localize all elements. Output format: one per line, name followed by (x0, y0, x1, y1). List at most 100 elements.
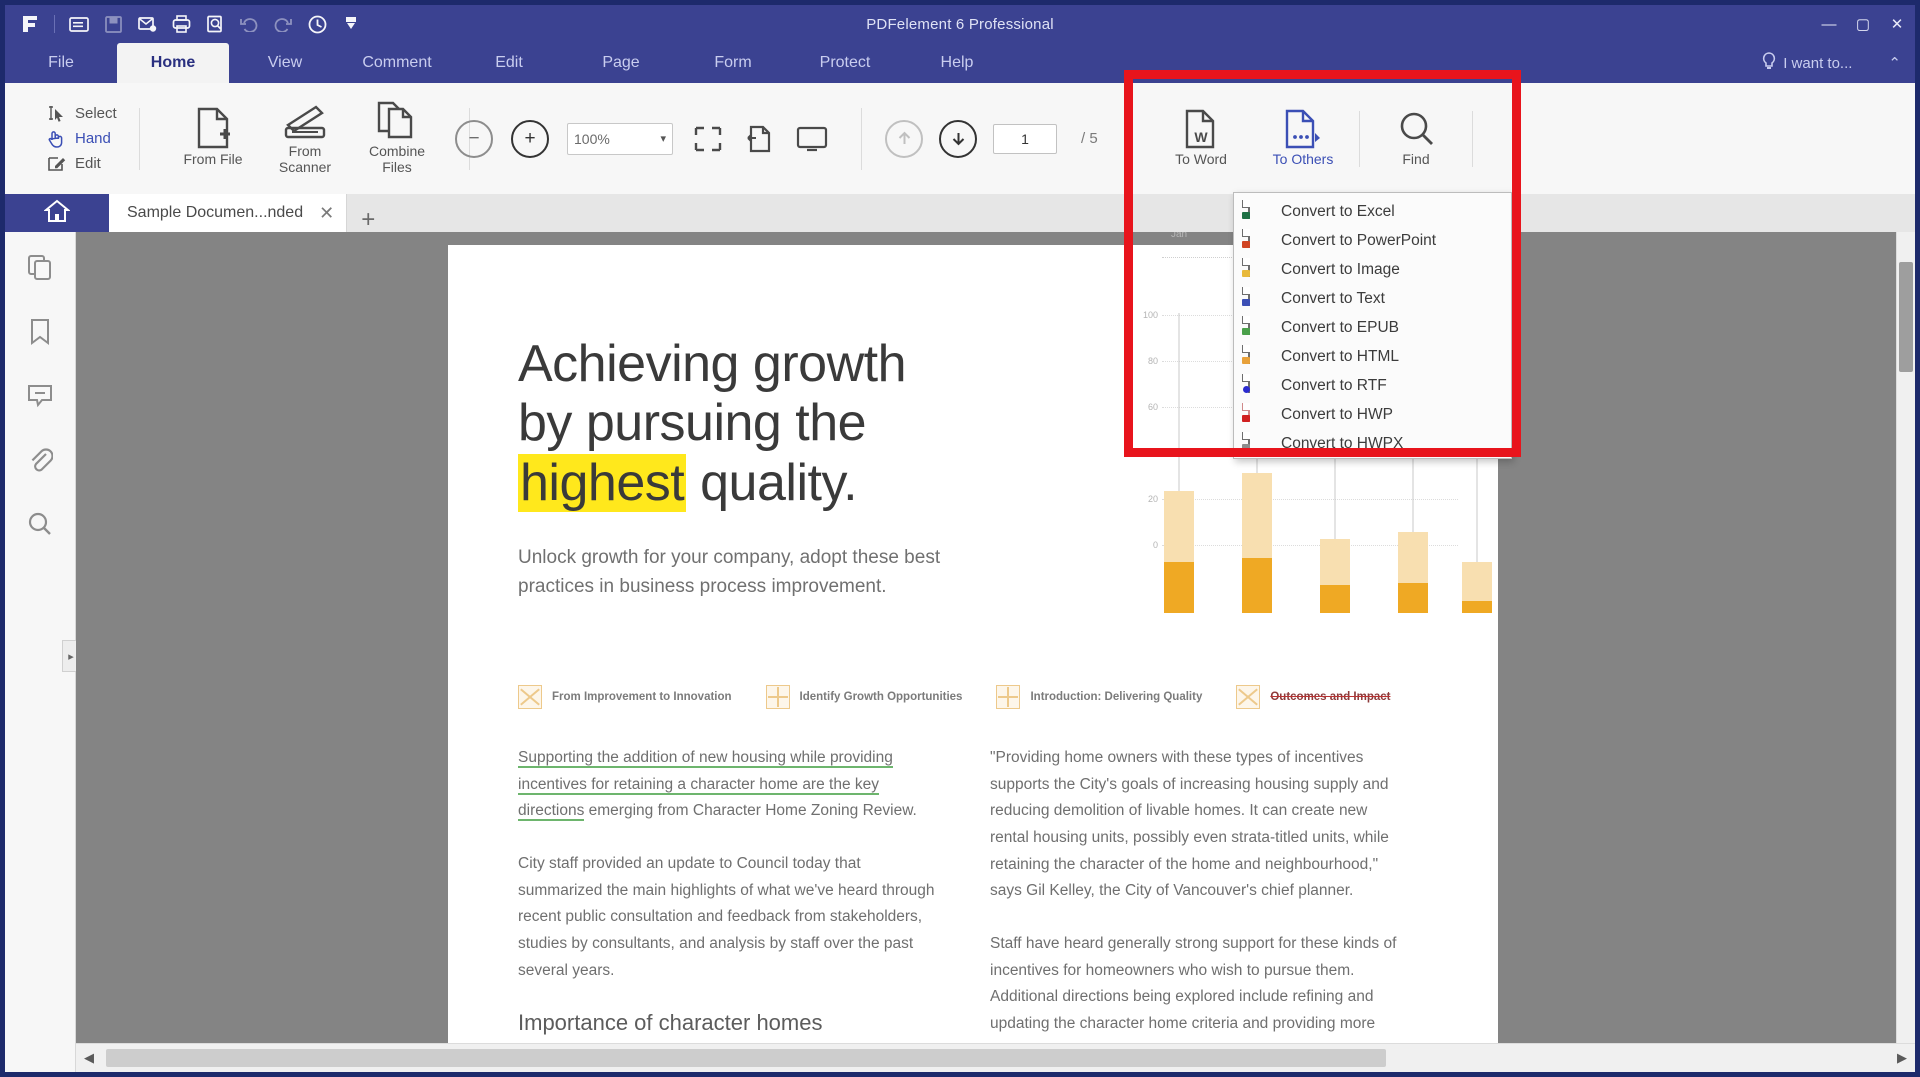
chart-xlabel-jan: Jan (1170, 232, 1188, 240)
page-number-input[interactable]: 1 (993, 123, 1057, 154)
menu-item-convert-to-powerpoint[interactable]: Convert to PowerPoint (1234, 226, 1511, 255)
zoom-level-select[interactable]: 100% ▾ (567, 122, 673, 155)
menu-item-form[interactable]: Form (677, 43, 789, 83)
tool-edit[interactable]: Edit (45, 154, 117, 174)
menu-item-convert-to-rtf[interactable]: Convert to RTF (1234, 371, 1511, 400)
vertical-scroll-thumb[interactable] (1899, 262, 1913, 372)
print-icon[interactable] (166, 10, 196, 38)
fit-page-icon[interactable] (691, 123, 725, 155)
history-icon[interactable] (302, 10, 332, 38)
comments-icon[interactable] (22, 378, 58, 414)
scanner-icon (282, 101, 328, 141)
menu-item-protect[interactable]: Protect (789, 43, 901, 83)
fit-width-icon[interactable] (743, 123, 777, 155)
menu-item-convert-to-hwpx[interactable]: Convert to HWPX (1234, 429, 1511, 458)
section-marker: From Improvement to Innovation (518, 685, 732, 709)
zoom-out-button[interactable]: − (455, 119, 493, 158)
open-file-icon[interactable] (64, 10, 94, 38)
document-body: Supporting the addition of new housing w… (518, 745, 1438, 1072)
to-others-icon (1282, 109, 1324, 149)
customize-qat-icon[interactable] (336, 10, 366, 38)
scroll-right-arrow[interactable]: ▶ (1889, 1045, 1915, 1071)
menu-item-convert-to-html[interactable]: Convert to HTML (1234, 342, 1511, 371)
thumbnails-icon[interactable] (22, 250, 58, 286)
convert-to-others-menu[interactable]: Convert to Excel Convert to PowerPoint C… (1233, 192, 1512, 459)
chart-ytick-60: 60 (1147, 402, 1158, 412)
document-viewport[interactable]: Achieving growth by pursuing the highest… (76, 232, 1915, 1072)
tool-select[interactable]: Select (45, 104, 117, 124)
document-tab[interactable]: Sample Documen...nded ✕ (109, 194, 348, 232)
section-marker: Introduction: Delivering Quality (996, 685, 1202, 709)
menu-item-label: Convert to EPUB (1281, 318, 1400, 336)
menu-item-convert-to-image[interactable]: Convert to Image (1234, 255, 1511, 284)
menu-item-page[interactable]: Page (565, 43, 677, 83)
previous-page-button[interactable] (885, 119, 923, 158)
presentation-icon[interactable] (795, 123, 829, 155)
qat-divider (54, 15, 55, 33)
rtf-file-icon (1242, 373, 1268, 397)
ribbon-group-convert: W To Word To Others Find (1155, 83, 1473, 194)
search-icon[interactable] (22, 506, 58, 542)
menu-item-convert-to-text[interactable]: Convert to Text (1234, 284, 1511, 313)
section-marker-label: From Improvement to Innovation (552, 691, 732, 703)
menu-item-help[interactable]: Help (901, 43, 1013, 83)
horizontal-scrollbar[interactable]: ◀ ▶ (76, 1043, 1915, 1072)
button-from-scanner[interactable]: From Scanner (259, 83, 351, 194)
tool-hand-label: Hand (75, 130, 111, 147)
save-icon[interactable] (98, 10, 128, 38)
undo-icon[interactable] (234, 10, 264, 38)
next-page-button[interactable] (939, 119, 977, 158)
heading-line-1: Achieving growth (518, 335, 907, 393)
application-window: PDFelement 6 Professional — ▢ ✕ File Hom… (0, 0, 1920, 1077)
ribbon-group-zoom: − + 100% ▾ (455, 83, 862, 194)
email-icon[interactable] (132, 10, 162, 38)
menu-item-label: Convert to HWPX (1281, 434, 1404, 452)
right-paragraph-1: "Providing home owners with these types … (990, 749, 1389, 900)
chevron-down-icon: ▾ (660, 133, 666, 145)
tell-me-search[interactable]: I want to... (1761, 52, 1852, 74)
print-preview-icon[interactable] (200, 10, 230, 38)
menu-item-file[interactable]: File (5, 43, 117, 83)
zoom-in-button[interactable]: + (511, 119, 549, 158)
menu-item-convert-to-hwp[interactable]: Convert to HWP (1234, 400, 1511, 429)
chart-bar-apr (1398, 317, 1428, 613)
scroll-left-arrow[interactable]: ◀ (76, 1045, 102, 1071)
attachments-icon[interactable] (22, 442, 58, 478)
tool-select-label: Select (75, 105, 117, 122)
menu-item-convert-to-excel[interactable]: Convert to Excel (1234, 197, 1511, 226)
menu-item-comment[interactable]: Comment (341, 43, 453, 83)
home-tab[interactable] (5, 194, 109, 232)
left-paragraph-1: Supporting the addition of new housing w… (518, 745, 938, 825)
button-to-others[interactable]: To Others (1257, 83, 1349, 194)
close-button[interactable]: ✕ (1887, 14, 1907, 34)
tool-hand[interactable]: Hand (45, 129, 117, 149)
menu-item-view[interactable]: View (229, 43, 341, 83)
menu-item-edit[interactable]: Edit (453, 43, 565, 83)
tell-me-label: I want to... (1783, 54, 1853, 72)
document-section-markers: From Improvement to Innovation Identify … (518, 685, 1418, 709)
button-find[interactable]: Find (1370, 83, 1462, 194)
button-combine-files[interactable]: Combine Files (351, 83, 443, 194)
collapse-ribbon-icon[interactable]: ⌃ (1888, 54, 1901, 72)
bookmarks-icon[interactable] (22, 314, 58, 350)
menu-item-home[interactable]: Home (117, 43, 229, 83)
close-tab-icon[interactable]: ✕ (319, 203, 334, 224)
tool-edit-label: Edit (75, 155, 101, 172)
horizontal-scroll-thumb[interactable] (106, 1049, 1386, 1067)
minimize-button[interactable]: — (1819, 14, 1839, 34)
button-from-file[interactable]: From File (167, 83, 259, 194)
menu-bar: File Home View Comment Edit Page Form Pr… (5, 43, 1915, 83)
redo-icon[interactable] (268, 10, 298, 38)
menu-item-convert-to-epub[interactable]: Convert to EPUB (1234, 313, 1511, 342)
vertical-scrollbar[interactable] (1896, 232, 1915, 1044)
button-to-word[interactable]: W To Word (1155, 83, 1247, 194)
new-tab-button[interactable]: + (347, 208, 389, 232)
button-from-file-label: From File (183, 151, 243, 168)
maximize-button[interactable]: ▢ (1853, 14, 1873, 34)
document-subtitle: Unlock growth for your company, adopt th… (518, 546, 941, 598)
page-separator: / (1081, 130, 1086, 147)
button-combine-files-label: Combine Files (368, 143, 426, 175)
section-marker-label: Introduction: Delivering Quality (1030, 691, 1203, 703)
lightbulb-icon (1761, 52, 1777, 74)
find-icon (1397, 109, 1435, 149)
